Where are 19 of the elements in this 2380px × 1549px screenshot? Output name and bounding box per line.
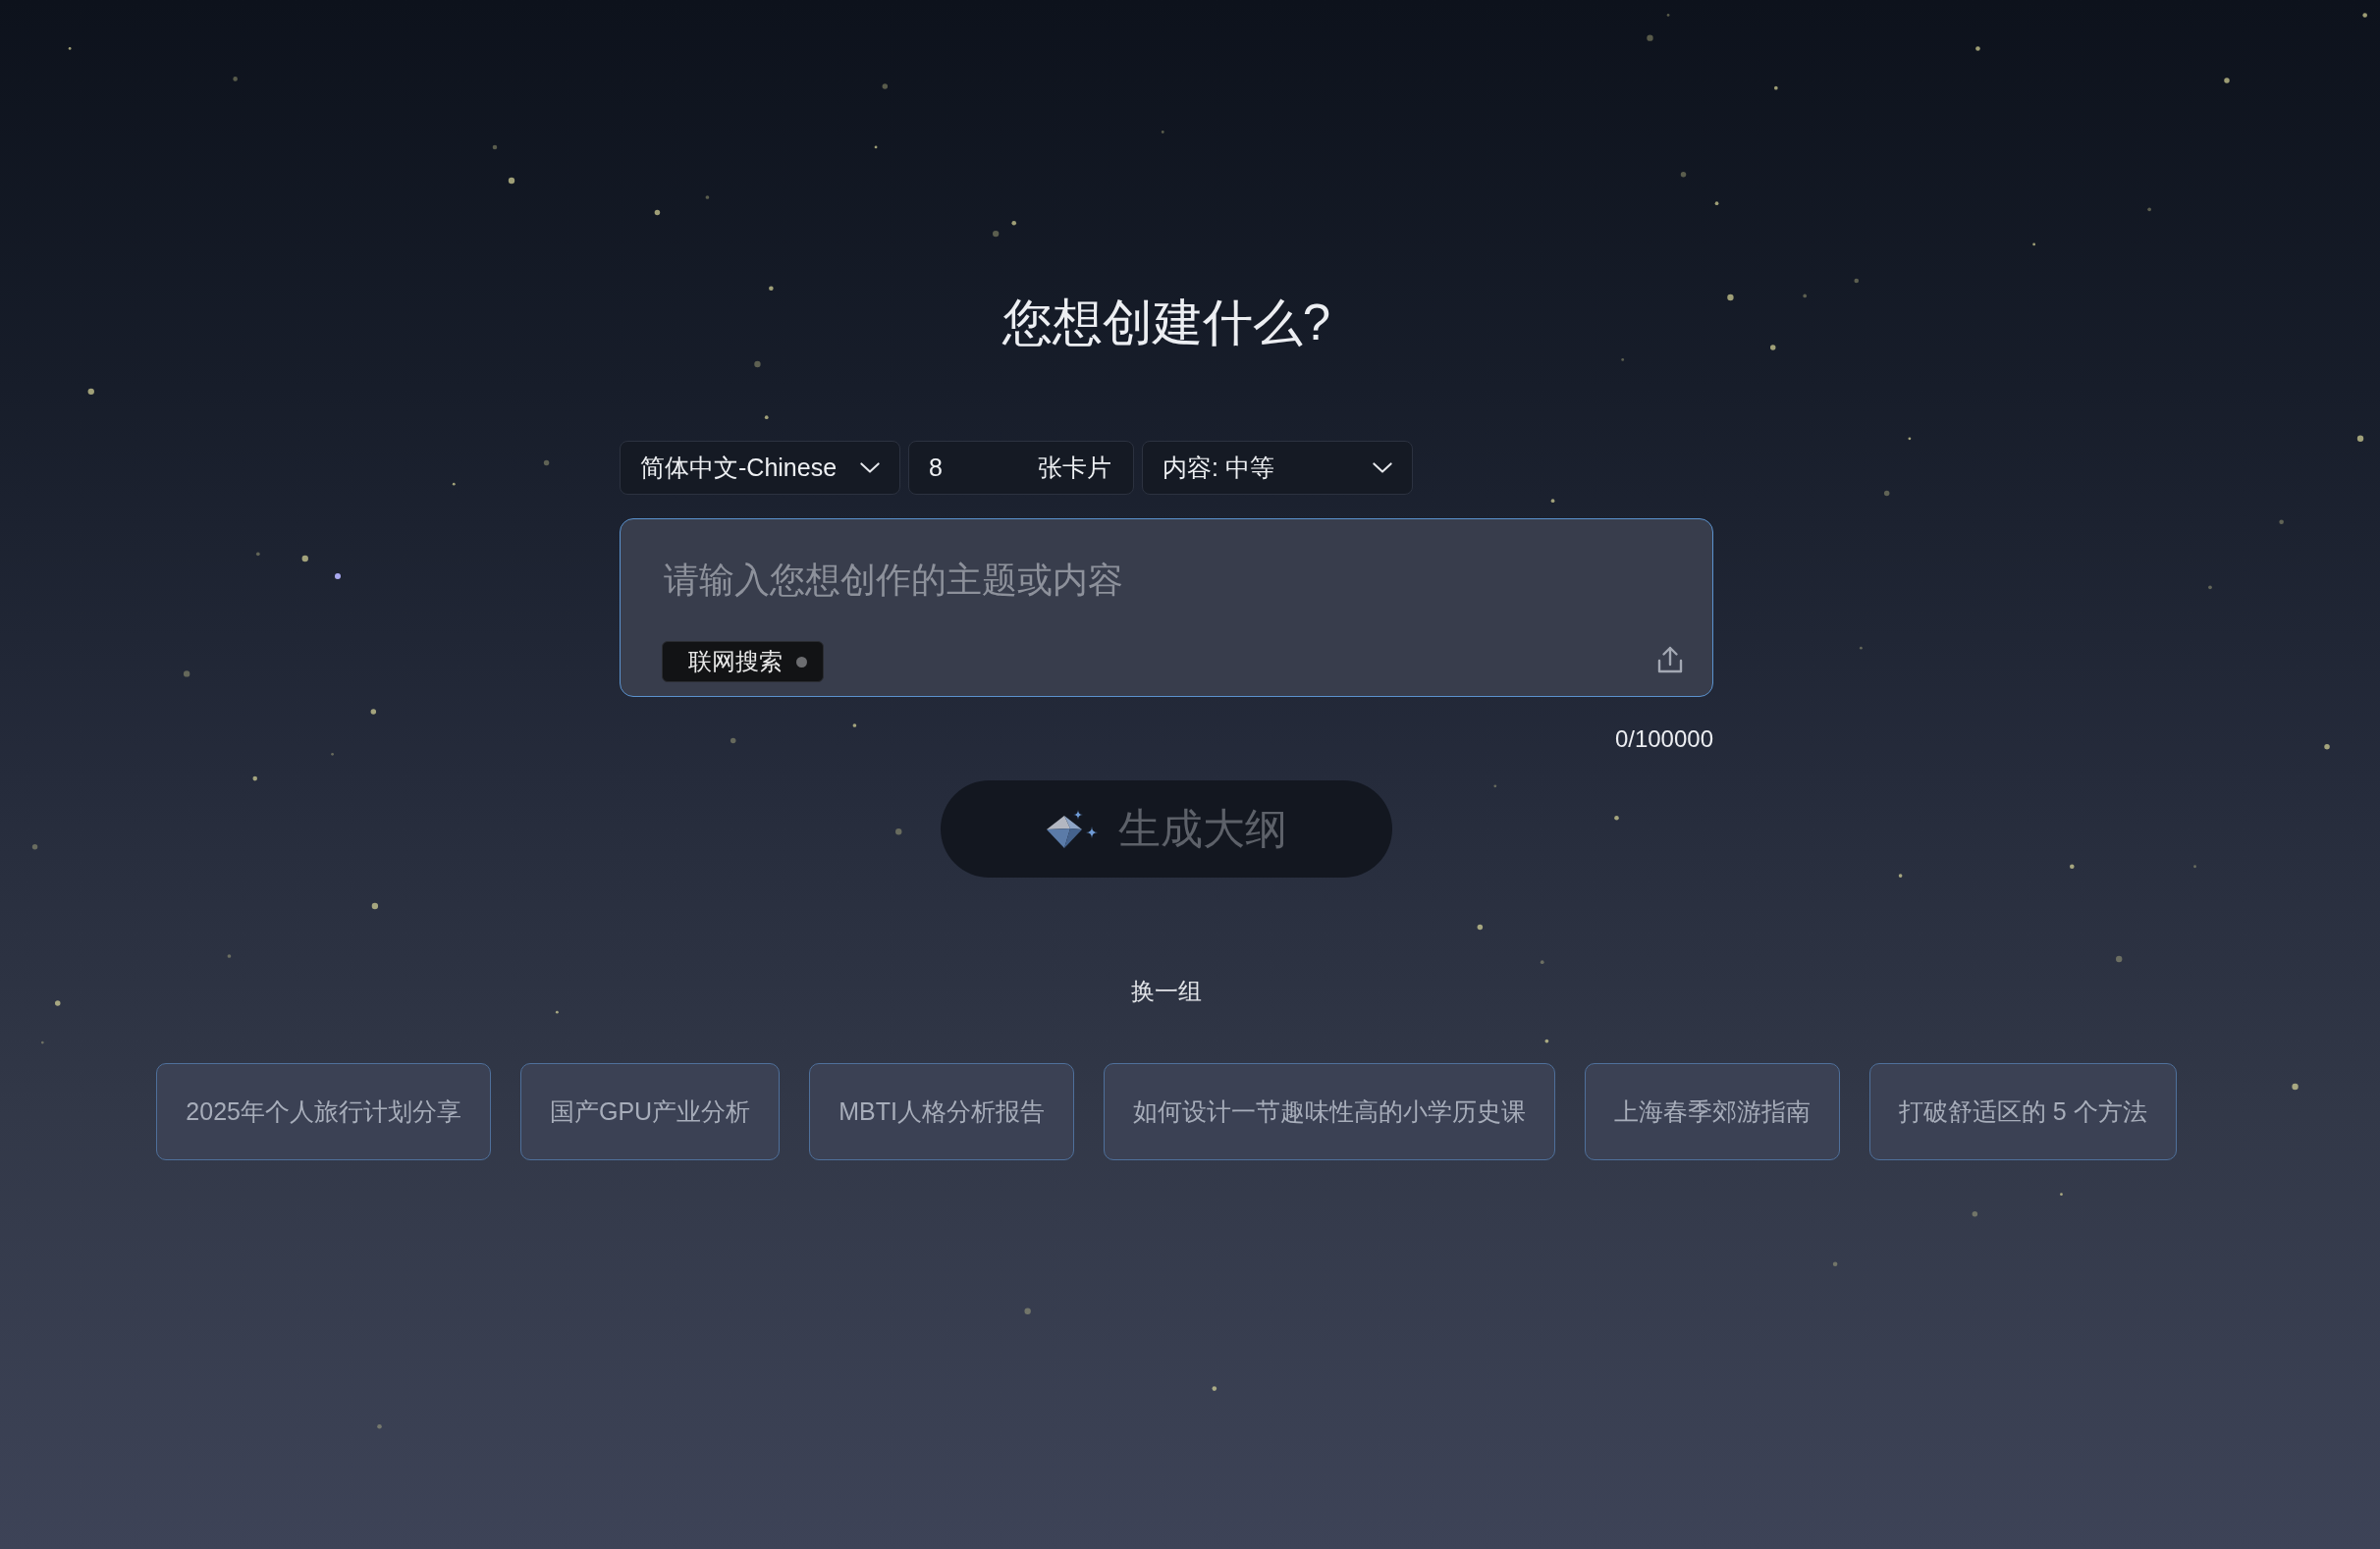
chevron-down-icon — [860, 462, 880, 473]
unit-label: 张卡片 — [1038, 453, 1111, 483]
page-title: 您想创建什么? — [1001, 294, 1331, 352]
upload-icon[interactable] — [1655, 645, 1685, 674]
web-search-toggle[interactable]: 联网搜索 — [662, 641, 824, 682]
chevron-down-icon — [1373, 462, 1392, 473]
dropdown-select[interactable]: 简体中文-Chinese — [620, 441, 900, 495]
prompt-input[interactable]: 请输入您想创作的主题或内容 — [664, 555, 1685, 606]
card-count-field[interactable]: 8 张卡片 — [908, 441, 1134, 495]
suggestion-chip[interactable]: 2025年个人旅行计划分享 — [156, 1063, 491, 1160]
suggestion-chip[interactable]: 上海春季郊游指南 — [1584, 1063, 1840, 1160]
dropdown-select[interactable]: 内容: 中等 — [1142, 441, 1413, 495]
suggestion-chip[interactable]: 如何设计一节趣味性高的小学历史课 — [1103, 1063, 1555, 1160]
suggestion-chip[interactable]: MBTI人格分析报告 — [809, 1063, 1074, 1160]
shuffle-button[interactable]: 换一组 — [1131, 977, 1202, 1006]
prompt-field[interactable]: 请输入您想创作的主题或内容 联网搜索 — [620, 518, 1713, 697]
suggestion-chip[interactable]: 国产GPU产业分析 — [519, 1063, 781, 1160]
suggestion-chip[interactable]: 打破舒适区的 5 个方法 — [1868, 1063, 2177, 1160]
char-counter: 0/100000 — [1614, 724, 1713, 754]
